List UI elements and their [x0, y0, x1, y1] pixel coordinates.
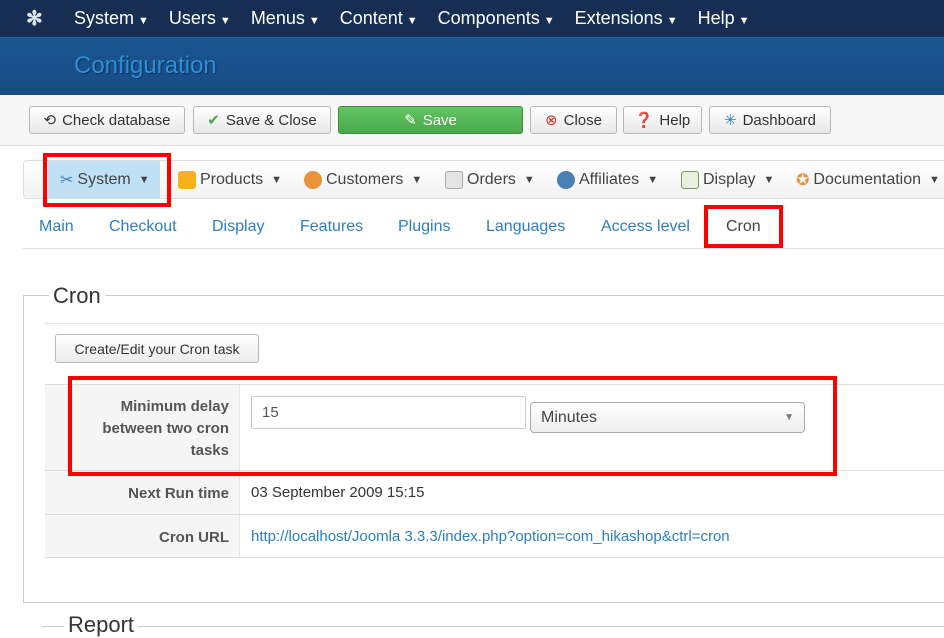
- nav-content[interactable]: Content ▼: [340, 8, 418, 29]
- caret-down-icon: ▼: [929, 173, 940, 186]
- submenu-label: Customers: [326, 170, 404, 188]
- caret-down-icon: ▼: [308, 15, 320, 27]
- display-icon: [681, 170, 699, 189]
- question-icon: ❓: [634, 112, 654, 129]
- button-label: Dashboard: [742, 111, 816, 129]
- products-icon: [178, 170, 196, 189]
- submenu-label: Display: [703, 170, 756, 188]
- cron-legend: Cron: [49, 283, 105, 309]
- report-legend: Report: [64, 612, 139, 638]
- caret-down-icon: ▼: [738, 15, 750, 27]
- submenu-label: Products: [200, 170, 264, 188]
- save-close-button[interactable]: ✔ Save & Close: [193, 106, 331, 134]
- close-button[interactable]: ⊗ Close: [530, 106, 617, 134]
- delay-unit-select[interactable]: Minutes ▼: [530, 402, 805, 433]
- dashboard-icon: ✳: [724, 112, 737, 129]
- next-run-row: Next Run time 03 September 2009 15:15: [45, 470, 944, 514]
- next-run-label: Next Run time: [45, 471, 240, 514]
- check-icon: ✔: [207, 112, 220, 129]
- nav-label: Users: [168, 8, 216, 28]
- affiliates-icon: [557, 170, 575, 189]
- report-fieldset: [42, 626, 944, 627]
- nav-label: Components: [437, 8, 540, 28]
- chevron-down-icon: ▼: [784, 412, 794, 423]
- caret-down-icon: ▼: [219, 15, 231, 27]
- min-delay-input[interactable]: [251, 396, 526, 429]
- nav-components[interactable]: Components ▼: [438, 8, 555, 29]
- button-label: Check database: [62, 111, 171, 129]
- nav-label: System: [74, 8, 135, 28]
- min-delay-label: Minimum delay between two cron tasks: [45, 385, 240, 470]
- nav-menus[interactable]: Menus ▼: [251, 8, 320, 29]
- cron-url-row: Cron URL http://localhost/Joomla 3.3.3/i…: [45, 514, 944, 558]
- select-value: Minutes: [541, 408, 598, 426]
- nav-help[interactable]: Help ▼: [698, 8, 750, 29]
- submenu-customers[interactable]: Customers ▼: [304, 161, 422, 198]
- top-navbar: ✻ System ▼ Users ▼ Menus ▼ Content ▼ Compone…: [0, 0, 944, 37]
- page-title: Configuration: [74, 52, 217, 79]
- nav-label: Help: [697, 8, 735, 28]
- joomla-logo-icon[interactable]: ✻: [26, 6, 54, 31]
- caret-down-icon: ▼: [647, 173, 659, 186]
- page-header: Configuration: [0, 37, 944, 95]
- submenu-label: Affiliates: [579, 170, 640, 188]
- nav-label: Extensions: [574, 8, 663, 28]
- caret-down-icon: ▼: [138, 173, 150, 186]
- nav-label: Content: [339, 8, 403, 28]
- tab-plugins[interactable]: Plugins: [398, 218, 450, 236]
- nav-users[interactable]: Users ▼: [169, 8, 231, 29]
- tab-cron[interactable]: Cron: [726, 218, 761, 236]
- next-run-value: 03 September 2009 15:15: [251, 484, 425, 501]
- caret-down-icon: ▼: [543, 15, 555, 27]
- submenu-system[interactable]: ✂ System ▼: [48, 161, 160, 198]
- submenu-display[interactable]: Display ▼: [681, 161, 774, 198]
- create-cron-task-button[interactable]: Create/Edit your Cron task: [55, 334, 259, 363]
- caret-down-icon: ▼: [411, 173, 423, 186]
- nav-label: Menus: [250, 8, 305, 28]
- caret-down-icon: ▼: [523, 173, 535, 186]
- tab-checkout[interactable]: Checkout: [109, 218, 177, 236]
- button-label: Help: [659, 111, 691, 129]
- cron-url-link[interactable]: http://localhost/Joomla 3.3.3/index.php?…: [251, 528, 730, 545]
- tab-access-level[interactable]: Access level: [601, 218, 690, 236]
- caret-down-icon: ▼: [271, 173, 283, 186]
- tab-languages[interactable]: Languages: [486, 218, 565, 236]
- dashboard-button[interactable]: ✳ Dashboard: [709, 106, 831, 134]
- config-tabs: Main Checkout Display Features Plugins L…: [23, 208, 944, 249]
- cron-url-label: Cron URL: [45, 515, 240, 557]
- toolbar: ⟲ Check database ✔ Save & Close ✎ Save ⊗ Clo…: [0, 95, 944, 146]
- submenu-label: Documentation: [813, 170, 922, 188]
- edit-icon: ✎: [404, 112, 417, 129]
- orders-icon: [445, 170, 463, 189]
- check-database-button[interactable]: ⟲ Check database: [29, 106, 185, 134]
- submenu-affiliates[interactable]: Affiliates ▼: [557, 161, 658, 198]
- button-label: Close: [563, 111, 602, 129]
- caret-down-icon: ▼: [666, 15, 678, 27]
- save-button[interactable]: ✎ Save: [338, 106, 523, 134]
- caret-down-icon: ▼: [138, 15, 149, 27]
- tools-icon: ✂: [60, 171, 74, 189]
- database-icon: ⟲: [43, 112, 57, 129]
- submenu-products[interactable]: Products ▼: [178, 161, 282, 198]
- caret-down-icon: ▼: [406, 15, 418, 27]
- button-label: Save & Close: [225, 111, 317, 129]
- component-submenu: ✂ System ▼ Products ▼ Customers ▼ Orders ▼ Af…: [23, 160, 944, 199]
- submenu-label: Orders: [467, 170, 516, 188]
- submenu-label: System: [77, 170, 131, 188]
- divider: [45, 323, 944, 324]
- help-button[interactable]: ❓ Help: [623, 106, 702, 134]
- nav-extensions[interactable]: Extensions ▼: [575, 8, 678, 29]
- nav-system[interactable]: System ▼: [74, 8, 149, 29]
- tab-main[interactable]: Main: [39, 218, 74, 236]
- customers-icon: [304, 170, 322, 189]
- submenu-documentation[interactable]: ✪ Documentation ▼: [796, 161, 940, 198]
- close-icon: ⊗: [545, 112, 558, 129]
- tab-features[interactable]: Features: [300, 218, 363, 236]
- submenu-orders[interactable]: Orders ▼: [445, 161, 535, 198]
- tab-display[interactable]: Display: [212, 218, 264, 236]
- caret-down-icon: ▼: [763, 173, 775, 186]
- lifebuoy-icon: ✪: [796, 171, 810, 189]
- button-label: Save: [422, 111, 457, 129]
